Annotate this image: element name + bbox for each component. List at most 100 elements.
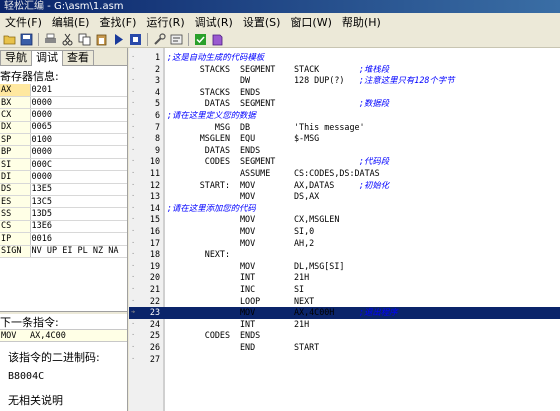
code-op: LOOP xyxy=(240,295,261,306)
code-operand: NEXT xyxy=(294,295,315,306)
debug-icon[interactable] xyxy=(128,32,143,47)
code-line[interactable]: · 20 INT 21H xyxy=(129,272,560,284)
code-op: DW xyxy=(240,75,251,86)
menu-bar: 文件(F) 编辑(E) 查找(F) 运行(R) 调试(R) 设置(S) 窗口(W… xyxy=(0,13,560,31)
code-line[interactable]: · 25 CODES ENDS xyxy=(129,330,560,342)
paste-icon[interactable] xyxy=(94,32,109,47)
register-row: SIGN NV UP EI PL NZ NA xyxy=(0,245,127,258)
menu-debug[interactable]: 调试(R) xyxy=(190,14,238,30)
run-icon[interactable] xyxy=(111,32,126,47)
menu-help[interactable]: 帮助(H) xyxy=(337,14,386,30)
menu-window[interactable]: 窗口(W) xyxy=(285,14,336,30)
register-name: DX xyxy=(0,121,31,135)
code-line[interactable]: · 21 INC SI xyxy=(129,284,560,296)
check-icon[interactable] xyxy=(193,32,208,47)
code-line[interactable]: · 2 STACKS SEGMENT STACK ;堆栈段 xyxy=(129,64,560,76)
code-line[interactable]: · 24 INT 21H xyxy=(129,319,560,331)
code-op: INT xyxy=(240,272,256,283)
code-line[interactable]: · 6 ;请在这里定义您的数据 xyxy=(129,110,560,122)
register-title: 寄存器信息: xyxy=(0,70,59,83)
code-line[interactable]: · 15 MOV CX,MSGLEN xyxy=(129,214,560,226)
code-op: DB xyxy=(240,121,251,132)
code-op: MOV xyxy=(240,214,256,225)
code-line[interactable]: · 8 MSGLEN EQU $-MSG xyxy=(129,133,560,145)
register-value: 0016 xyxy=(30,232,127,246)
register-name: DS xyxy=(0,183,31,197)
code-line[interactable]: · 27 xyxy=(129,354,560,366)
code-operand: DL,MSG[SI] xyxy=(294,260,345,271)
menu-edit[interactable]: 编辑(E) xyxy=(47,14,95,30)
register-name: CX xyxy=(0,108,31,122)
open-icon[interactable] xyxy=(2,32,17,47)
code-op: ASSUME xyxy=(240,168,271,178)
code-line[interactable]: · 1 ;这是自动生成的代码模板 xyxy=(129,52,560,64)
line-number: 26 xyxy=(149,342,160,352)
register-row: BX 0000 xyxy=(0,96,127,110)
code-line[interactable]: · 7 MSG DB 'This message' xyxy=(129,122,560,134)
register-value: 13E6 xyxy=(30,220,127,234)
code-line[interactable]: · 18 NEXT: xyxy=(129,249,560,261)
menu-settings[interactable]: 设置(S) xyxy=(238,14,286,30)
code-op: SEGMENT xyxy=(240,156,276,167)
register-row: DS 13E5 xyxy=(0,183,127,197)
code-operand: STACK xyxy=(294,63,320,74)
code-line[interactable]: · 3 DW 128 DUP(?) ;注意这里只有128个字节 xyxy=(129,75,560,87)
line-number: 21 xyxy=(149,284,160,294)
code-editor[interactable]: · 1 ;这是自动生成的代码模板 · 2 STACKS SEGMENT STACK ;堆栈段 · 3… xyxy=(129,48,560,411)
code-comment: ;堆栈段 xyxy=(359,63,390,74)
register-value: 0000 xyxy=(30,170,127,184)
code-line[interactable]: · 13 MOV DS,AX xyxy=(129,191,560,203)
register-row: CS 13E6 xyxy=(0,220,127,234)
menu-find[interactable]: 查找(F) xyxy=(94,14,141,30)
tab-navigation[interactable]: 导航 xyxy=(0,50,32,65)
toolbar-separator xyxy=(38,32,39,46)
line-number: 1 xyxy=(154,52,160,62)
code-line[interactable]: · 9 DATAS ENDS xyxy=(129,145,560,157)
code-operand: SI xyxy=(294,284,305,294)
save-icon[interactable] xyxy=(19,32,34,47)
tab-view[interactable]: 查看 xyxy=(62,50,94,65)
register-value: 0065 xyxy=(30,121,127,135)
register-value: 13D5 xyxy=(30,207,127,221)
code-op: END xyxy=(240,342,256,352)
code-line[interactable]: · 5 DATAS SEGMENT ;数据段 xyxy=(129,98,560,110)
register-value: 13E5 xyxy=(30,183,127,197)
code-op: MOV xyxy=(240,191,256,202)
code-line[interactable]: · 12 START: MOV AX,DATAS ;初始化 xyxy=(129,180,560,192)
register-row: SP 0100 xyxy=(0,133,127,147)
tools-icon[interactable] xyxy=(152,32,167,47)
code-line[interactable]: · 11 ASSUME CS:CODES,DS:DATAS xyxy=(129,168,560,180)
register-name: ES xyxy=(0,195,31,209)
register-value: 0000 xyxy=(30,108,127,122)
code-operand: AH,2 xyxy=(294,237,315,248)
code-operand: $-MSG xyxy=(294,133,320,144)
code-line[interactable]: · 22 LOOP NEXT xyxy=(129,296,560,308)
code-label: MSG xyxy=(214,121,230,132)
cut-icon[interactable] xyxy=(60,32,75,47)
toolbar xyxy=(0,31,560,48)
code-line[interactable]: · 26 END START xyxy=(129,342,560,354)
menu-file[interactable]: 文件(F) xyxy=(0,14,47,30)
code-line[interactable]: · 4 STACKS ENDS xyxy=(129,87,560,99)
line-number: 13 xyxy=(149,191,160,202)
line-number: 3 xyxy=(154,75,160,86)
menu-run[interactable]: 运行(R) xyxy=(141,14,189,30)
line-number: 24 xyxy=(149,318,160,329)
settings-icon[interactable] xyxy=(169,32,184,47)
copy-icon[interactable] xyxy=(77,32,92,47)
code-label: START: xyxy=(199,179,230,190)
code-operand: 'This message' xyxy=(294,121,365,132)
code-line[interactable]: · 10 CODES SEGMENT ;代码段 xyxy=(129,156,560,168)
book-icon[interactable] xyxy=(210,32,225,47)
print-icon[interactable] xyxy=(43,32,58,47)
code-op: INT xyxy=(240,318,256,329)
code-line[interactable]: ➔ 23 MOV AX,4C00H ;退出程序 xyxy=(129,307,560,319)
register-name: SP xyxy=(0,133,31,147)
code-line[interactable]: · 19 MOV DL,MSG[SI] xyxy=(129,261,560,273)
tab-debug[interactable]: 调试 xyxy=(31,50,63,66)
code-op: ENDS xyxy=(240,330,261,341)
code-line[interactable]: · 16 MOV SI,0 xyxy=(129,226,560,238)
code-line[interactable]: · 14 ;请在这里添加您的代码 xyxy=(129,203,560,215)
code-operand: AX,DATAS xyxy=(294,179,335,190)
code-line[interactable]: · 17 MOV AH,2 xyxy=(129,238,560,250)
